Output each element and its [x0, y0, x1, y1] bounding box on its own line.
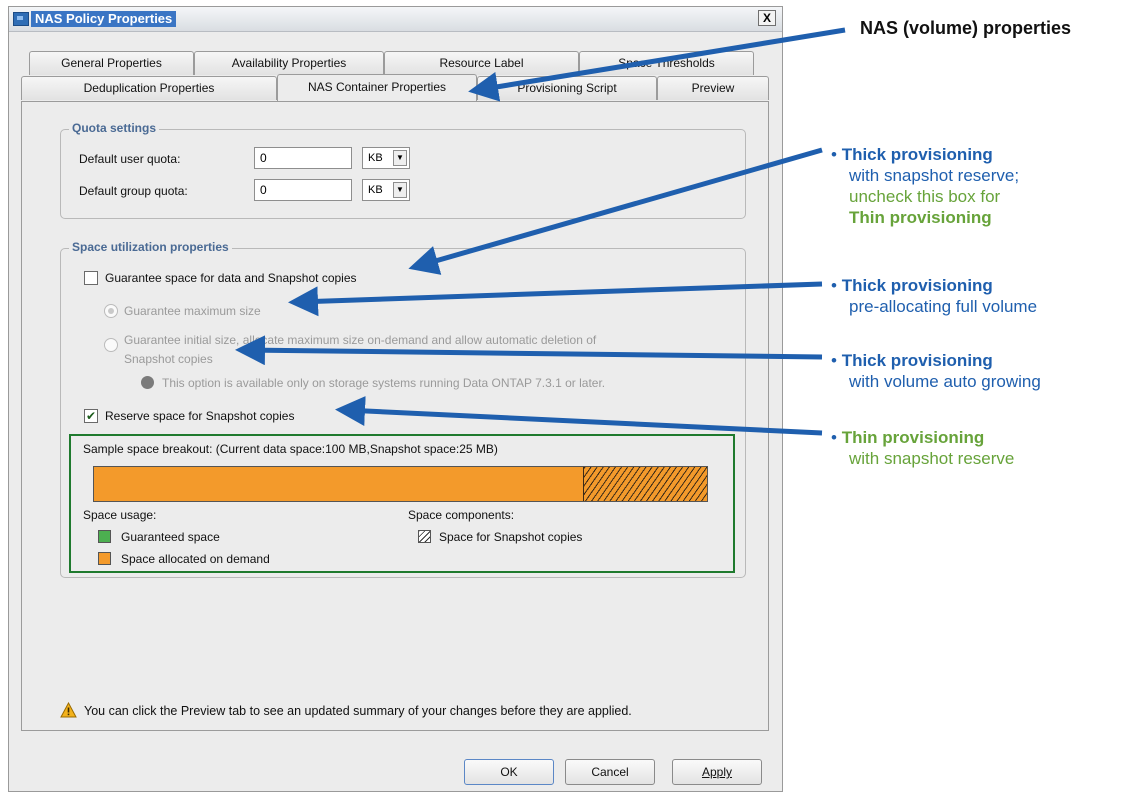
reserve-snapshot-label: Reserve space for Snapshot copies [105, 409, 295, 423]
on-demand-space-swatch [98, 552, 111, 565]
snapshot-space-legend: Space for Snapshot copies [439, 530, 583, 544]
space-utilization-heading: Space utilization properties [69, 240, 232, 254]
app-icon [13, 12, 29, 26]
snapshot-space-segment [583, 467, 707, 501]
space-usage-heading: Space usage: [83, 508, 157, 522]
bullet: • [831, 428, 837, 447]
annotation-guarantee-space: • Thick provisioning with snapshot reser… [831, 144, 1019, 228]
apply-label: Apply [701, 765, 733, 779]
snapshot-space-swatch [418, 530, 431, 543]
ok-button[interactable]: OK [464, 759, 554, 785]
guarantee-space-checkbox[interactable] [84, 271, 98, 285]
guarantee-initial-size-label-line1: Guarantee initial size, allocate maximum… [124, 333, 597, 347]
space-utilization-group: Space utilization properties Guarantee s… [60, 240, 746, 578]
annotation-reserve-snapshot: • Thin provisioning with snapshot reserv… [831, 427, 1014, 469]
default-user-quota-label: Default user quota: [79, 152, 181, 166]
annotation-3-title: Thick provisioning [841, 351, 993, 370]
group-quota-unit-value: KB [368, 184, 383, 196]
reserve-snapshot-checkbox[interactable]: ✔ [84, 409, 98, 423]
ontap-version-note: This option is available only on storage… [162, 376, 606, 390]
space-components-heading: Space components: [408, 508, 515, 522]
bullet: • [831, 145, 837, 164]
tab-space-thresholds[interactable]: Space Thresholds [579, 51, 754, 75]
warning-icon [60, 702, 77, 718]
user-quota-unit-select[interactable]: KB ▼ [362, 147, 410, 169]
annotation-guarantee-initial: • Thick provisioning with volume auto gr… [831, 350, 1041, 392]
guarantee-maximum-size-radio[interactable] [104, 304, 118, 318]
quota-settings-group: Quota settings Default user quota: 0 KB … [60, 121, 746, 219]
title-bar[interactable]: NAS Policy Properties X [9, 7, 782, 32]
annotation-1-line2: with snapshot reserve; [849, 166, 1020, 185]
on-demand-space-legend: Space allocated on demand [121, 552, 270, 566]
group-quota-unit-select[interactable]: KB ▼ [362, 179, 410, 201]
chevron-down-icon[interactable]: ▼ [393, 182, 407, 198]
tab-resource-label[interactable]: Resource Label [384, 51, 579, 75]
annotation-1-line4: Thin provisioning [849, 208, 992, 227]
space-breakout-title: Sample space breakout: (Current data spa… [83, 442, 498, 456]
annotation-1-title: Thick provisioning [841, 145, 993, 164]
guaranteed-space-legend: Guaranteed space [121, 530, 220, 544]
annotation-2-title: Thick provisioning [841, 276, 993, 295]
default-group-quota-label: Default group quota: [79, 184, 188, 198]
guarantee-initial-size-radio[interactable] [104, 338, 118, 352]
guarantee-maximum-size-label: Guarantee maximum size [124, 304, 261, 318]
annotation-3-line2: with volume auto growing [849, 372, 1041, 391]
guarantee-space-label: Guarantee space for data and Snapshot co… [105, 271, 357, 285]
apply-button[interactable]: Apply [672, 759, 762, 785]
annotation-4-title: Thin provisioning [841, 428, 985, 447]
window-title: NAS Policy Properties [31, 11, 177, 27]
tab-general-properties[interactable]: General Properties [29, 51, 194, 75]
user-quota-unit-value: KB [368, 152, 383, 164]
annotation-1-line3: uncheck this box for [849, 187, 1001, 206]
bullet: • [831, 276, 837, 295]
quota-settings-heading: Quota settings [69, 121, 160, 135]
annotation-2-line2: pre-allocating full volume [849, 297, 1038, 316]
info-icon [141, 376, 154, 389]
tab-provisioning-script[interactable]: Provisioning Script [477, 76, 657, 100]
nas-container-panel: Quota settings Default user quota: 0 KB … [21, 101, 769, 731]
annotation-guarantee-maximum: • Thick provisioning pre-allocating full… [831, 275, 1037, 317]
space-usage-bar [93, 466, 708, 502]
annotation-4-line2: with snapshot reserve [849, 449, 1015, 468]
guarantee-initial-size-label-line2: Snapshot copies [124, 352, 213, 366]
space-breakout-panel: Sample space breakout: (Current data spa… [69, 434, 735, 573]
tab-nas-container-properties[interactable]: NAS Container Properties [277, 74, 477, 101]
nas-policy-dialog: NAS Policy Properties X General Properti… [8, 6, 783, 792]
nas-properties-annotation: NAS (volume) properties [860, 18, 1072, 38]
default-group-quota-input[interactable]: 0 [254, 179, 352, 201]
cancel-button[interactable]: Cancel [565, 759, 655, 785]
tab-deduplication-properties[interactable]: Deduplication Properties [21, 76, 277, 100]
default-user-quota-input[interactable]: 0 [254, 147, 352, 169]
preview-hint-text: You can click the Preview tab to see an … [84, 704, 632, 718]
tab-availability-properties[interactable]: Availability Properties [194, 51, 384, 75]
close-button[interactable]: X [758, 10, 776, 26]
guaranteed-space-swatch [98, 530, 111, 543]
chevron-down-icon[interactable]: ▼ [393, 150, 407, 166]
tab-preview[interactable]: Preview [657, 76, 769, 100]
bullet: • [831, 351, 837, 370]
